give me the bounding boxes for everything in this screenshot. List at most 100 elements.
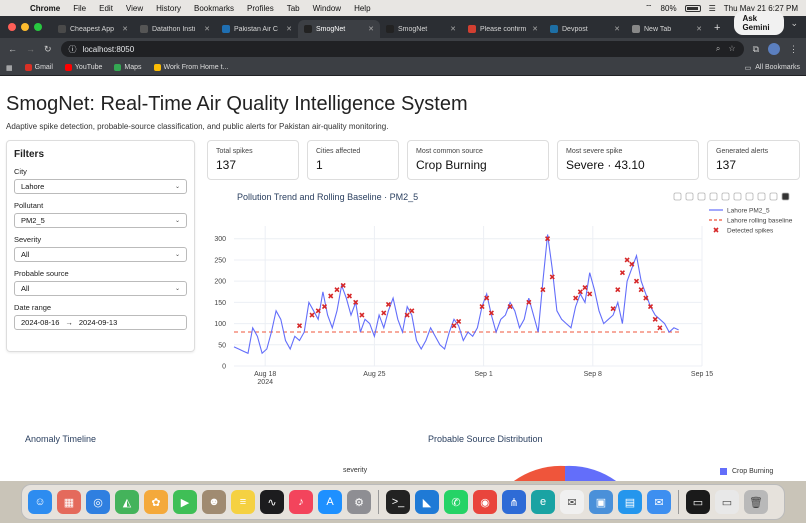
spike-marker[interactable] bbox=[573, 295, 579, 301]
spike-marker[interactable] bbox=[328, 293, 334, 299]
spike-marker[interactable] bbox=[540, 287, 546, 293]
menu-app-name[interactable]: Chrome bbox=[30, 4, 60, 13]
severity-select[interactable]: All ⌄ bbox=[14, 247, 187, 262]
spike-marker[interactable] bbox=[615, 287, 621, 293]
pie-legend[interactable]: Crop Burning bbox=[720, 468, 773, 475]
vscode-icon[interactable]: ◣ bbox=[415, 490, 439, 514]
menu-view[interactable]: View bbox=[126, 4, 143, 13]
close-tab-icon[interactable]: ✕ bbox=[368, 25, 374, 33]
menu-help[interactable]: Help bbox=[354, 4, 370, 13]
music-icon[interactable]: ♪ bbox=[289, 490, 313, 514]
date-range-picker[interactable]: 2024-08-16 → 2024-09-13 bbox=[14, 315, 187, 330]
close-tab-icon[interactable]: ✕ bbox=[204, 25, 210, 33]
spike-marker[interactable] bbox=[587, 291, 593, 297]
close-tab-icon[interactable]: ✕ bbox=[532, 25, 538, 33]
zoom-window-button[interactable] bbox=[34, 23, 42, 31]
spike-marker[interactable] bbox=[309, 312, 315, 318]
facetime-icon[interactable]: ▶ bbox=[173, 490, 197, 514]
whatsapp-icon[interactable]: ✆ bbox=[444, 490, 468, 514]
bookmark-youtube[interactable]: YouTube bbox=[64, 64, 102, 71]
settings-icon[interactable]: ⚙ bbox=[347, 490, 371, 514]
close-tab-icon[interactable]: ✕ bbox=[450, 25, 456, 33]
spike-marker[interactable] bbox=[652, 316, 658, 322]
menu-edit[interactable]: Edit bbox=[99, 4, 113, 13]
spike-marker[interactable] bbox=[582, 284, 588, 291]
new-tab-button[interactable]: + bbox=[708, 22, 726, 38]
ask-gemini-button[interactable]: Ask Gemini bbox=[734, 11, 785, 35]
spike-marker[interactable] bbox=[657, 325, 663, 331]
safari-icon[interactable]: ◎ bbox=[86, 490, 110, 514]
finder-icon[interactable]: ☺ bbox=[28, 490, 52, 514]
pan-icon[interactable] bbox=[697, 192, 706, 201]
contacts-icon[interactable]: ☻ bbox=[202, 490, 226, 514]
pollutant-select[interactable]: PM2_5 ⌄ bbox=[14, 213, 187, 228]
spike-marker[interactable] bbox=[619, 270, 626, 276]
edge-icon[interactable]: e bbox=[531, 490, 555, 514]
site-info-icon[interactable]: ⓘ bbox=[69, 44, 77, 55]
launchpad-icon[interactable]: ▦ bbox=[57, 490, 81, 514]
home-icon[interactable] bbox=[769, 192, 778, 201]
browser-tab[interactable]: Please confirm ✕ bbox=[462, 20, 544, 38]
battery-icon[interactable] bbox=[684, 4, 701, 12]
menu-file[interactable]: File bbox=[73, 4, 86, 13]
control-center-icon[interactable]: ☰ bbox=[709, 4, 716, 13]
browser-tab[interactable]: SmogNet ✕ bbox=[298, 20, 380, 38]
zoom-icon[interactable] bbox=[685, 192, 694, 201]
spike-marker[interactable] bbox=[610, 306, 616, 312]
zoom-out-icon[interactable] bbox=[745, 192, 754, 201]
sourcetree-icon[interactable]: ⋔ bbox=[502, 490, 526, 514]
zoom-icon[interactable]: ⌕ bbox=[716, 44, 720, 54]
close-tab-icon[interactable]: ✕ bbox=[696, 25, 702, 33]
minimize-window-button[interactable] bbox=[21, 23, 29, 31]
spike-marker[interactable] bbox=[296, 323, 303, 329]
date-end[interactable]: 2024-09-13 bbox=[79, 318, 117, 327]
source-pie-chart[interactable] bbox=[505, 464, 625, 481]
appstore-icon[interactable]: A bbox=[318, 490, 342, 514]
menu-history[interactable]: History bbox=[156, 4, 181, 13]
mail-send-icon[interactable]: ✉ bbox=[560, 490, 584, 514]
source-select[interactable]: All ⌄ bbox=[14, 281, 187, 296]
browser-tab[interactable]: New Tab ✕ bbox=[626, 20, 708, 38]
spike-marker[interactable] bbox=[409, 308, 415, 314]
extensions-icon[interactable]: ⧉ bbox=[753, 44, 759, 55]
autoscale-icon[interactable] bbox=[757, 192, 766, 201]
spike-marker[interactable] bbox=[359, 312, 365, 318]
bookmark-star-icon[interactable]: ☆ bbox=[728, 44, 735, 54]
browser-tab[interactable]: Pakistan Air C ✕ bbox=[216, 20, 298, 38]
bookmark-gmail[interactable]: Gmail bbox=[24, 64, 53, 71]
reload-icon[interactable]: ↻ bbox=[44, 44, 52, 55]
address-bar[interactable]: ⓘ localhost:8050 ⌕ ☆ bbox=[60, 41, 744, 57]
close-window-button[interactable] bbox=[8, 23, 16, 31]
zoom-in-icon[interactable] bbox=[733, 192, 742, 201]
browser-tab[interactable]: Datathon Insti ✕ bbox=[134, 20, 216, 38]
docker-icon[interactable]: ▤ bbox=[618, 490, 642, 514]
close-tab-icon[interactable]: ✕ bbox=[122, 25, 128, 33]
photos-icon[interactable]: ✿ bbox=[144, 490, 168, 514]
apps-grid-icon[interactable]: ▦ bbox=[6, 64, 13, 72]
spike-marker[interactable] bbox=[346, 293, 353, 299]
menu-bookmarks[interactable]: Bookmarks bbox=[194, 4, 234, 13]
bookmark-work-from-home[interactable]: Work From Home t... bbox=[153, 64, 228, 71]
browser-tab[interactable]: SmogNet ✕ bbox=[380, 20, 462, 38]
wifi-icon[interactable]: ⌔ bbox=[645, 3, 653, 13]
spike-marker[interactable] bbox=[456, 318, 462, 325]
chrome-icon[interactable]: ◉ bbox=[473, 490, 497, 514]
stocks-icon[interactable]: ∿ bbox=[260, 490, 284, 514]
preview-icon[interactable]: ▣ bbox=[589, 490, 613, 514]
window-thumbnail-icon[interactable]: ▭ bbox=[686, 490, 710, 514]
menu-profiles[interactable]: Profiles bbox=[247, 4, 274, 13]
pollution-trend-chart[interactable]: Pollution Trend and Rolling Baseline · P… bbox=[204, 186, 802, 411]
browser-tab[interactable]: Devpost ✕ bbox=[544, 20, 626, 38]
lasso-icon[interactable] bbox=[721, 192, 730, 201]
close-tab-icon[interactable]: ✕ bbox=[614, 25, 620, 33]
notes-icon[interactable]: ≡ bbox=[231, 490, 255, 514]
city-select[interactable]: Lahore ⌄ bbox=[14, 179, 187, 194]
close-tab-icon[interactable]: ✕ bbox=[286, 25, 292, 33]
window-thumbnail-2-icon[interactable]: ▭ bbox=[715, 490, 739, 514]
menu-tab[interactable]: Tab bbox=[287, 4, 300, 13]
plotly-logo-icon[interactable] bbox=[781, 192, 790, 201]
menu-window[interactable]: Window bbox=[313, 4, 341, 13]
spike-marker[interactable] bbox=[334, 287, 340, 293]
battery-percent[interactable]: 80% bbox=[661, 4, 677, 13]
camera-icon[interactable] bbox=[673, 192, 682, 201]
